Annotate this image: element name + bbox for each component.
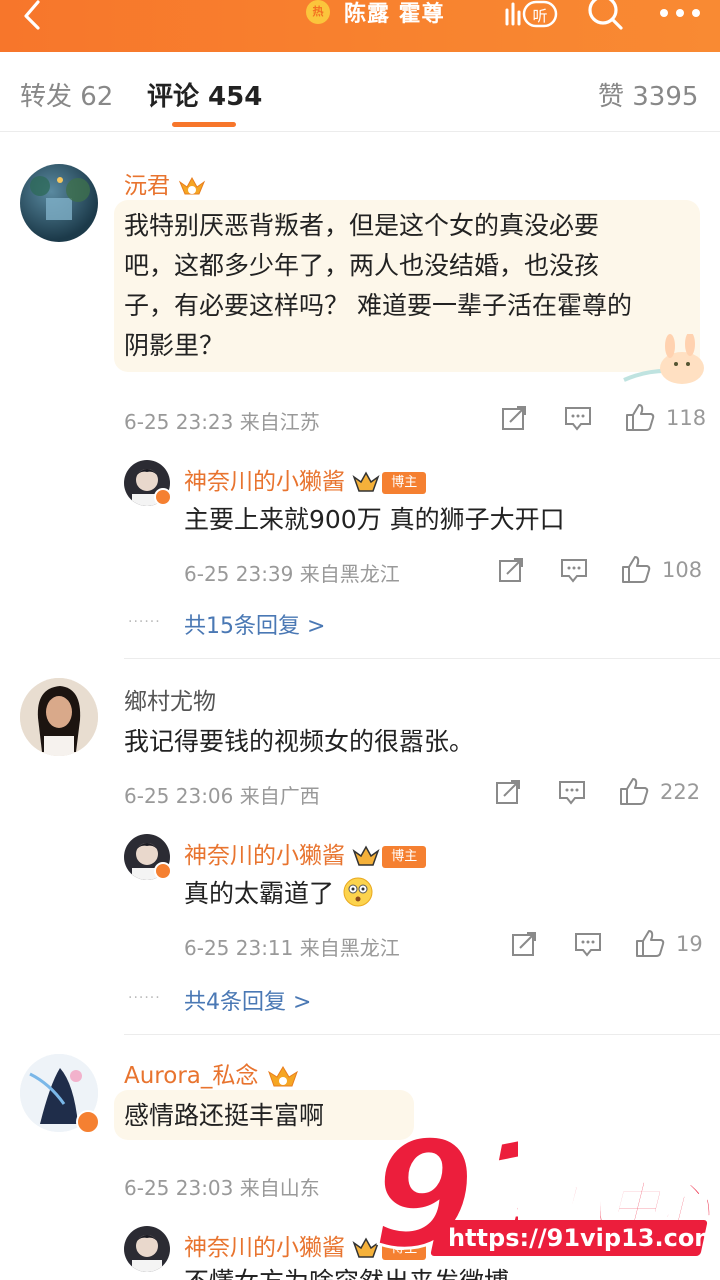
like-icon[interactable] [620,554,652,588]
svg-text:听: 听 [532,7,547,25]
tab-reposts[interactable]: 转发 62 [20,76,113,113]
like-count: 118 [666,406,707,430]
comment-text: 感情路还挺丰富啊 [124,1101,325,1130]
comment-timestamp: 6-25 23:06 来自广西 [124,784,320,808]
header-title-group: 热 陈露 霍尊 [306,0,445,27]
like-count: 108 [662,558,703,582]
top-bar: 热 陈露 霍尊 听 [0,0,720,52]
avatar[interactable] [20,678,98,756]
reply-icon[interactable] [573,930,603,962]
tab-comments[interactable]: 评论 454 [147,76,262,113]
share-icon[interactable] [497,556,525,588]
reply-avatar[interactable] [124,1226,170,1272]
comment-timestamp: 6-25 23:03 来自山东 [124,1176,320,1200]
hot-topic-icon: 热 [306,0,330,24]
reply-timestamp: 6-25 23:11 来自黑龙江 [184,936,400,960]
comment-divider [124,658,720,659]
vip-crown-icon [352,470,380,492]
comment-divider [124,1034,720,1035]
reply-icon[interactable] [563,404,593,436]
share-icon[interactable] [510,930,538,962]
comment-username[interactable]: 沅君 [124,166,207,200]
comment-tabs: 转发 62 评论 454 赞 3395 [0,52,720,132]
tab-likes[interactable]: 赞 3395 [598,76,698,113]
reply-icon[interactable] [557,778,587,810]
share-icon[interactable] [500,404,528,436]
listen-icon[interactable]: 听 [504,0,558,28]
reply-text: 真的太霸道了 [184,874,374,914]
vip-crown-icon [267,1065,298,1086]
vip-crown-icon [179,176,206,194]
reply-icon[interactable] [559,556,589,588]
more-replies-dots: ······ [128,614,161,630]
comment-username[interactable]: Aurora_私念 [124,1056,300,1090]
comment-timestamp: 6-25 23:23 来自江苏 [124,410,320,434]
reply-username[interactable]: 神奈川的小獭酱 博主 [184,462,427,496]
like-count: 222 [660,780,701,804]
blogger-badge: 博主 [382,471,427,494]
verified-badge-icon [76,1110,100,1134]
reply-timestamp: 6-25 23:39 来自黑龙江 [184,562,400,586]
bunny-sticker-icon [620,332,712,388]
comment-username[interactable]: 鄉村尤物 [124,682,216,716]
blogger-badge: 博主 [382,845,427,868]
reply-username[interactable]: 神奈川的小獭酱 博主 [184,836,427,870]
like-count: 19 [676,932,703,956]
verified-badge-icon [154,488,172,506]
avatar[interactable] [20,164,98,242]
search-icon[interactable] [585,0,625,30]
comment-text: 我特别厌恶背叛者，但是这个女的真没必要 吧，这都多少年了，两人也没结婚，也没孩 … [124,211,632,360]
more-options-icon[interactable] [658,4,702,17]
like-icon[interactable] [618,776,650,810]
reply-text: 主要上来就900万 真的狮子大开口 [184,505,565,534]
flushed-emoji-icon [343,877,373,907]
vip-crown-icon [352,844,380,866]
more-replies-dots: ······ [128,990,161,1006]
share-icon[interactable] [494,778,522,810]
verified-badge-icon [154,862,172,880]
comment-text: 我记得要钱的视频女的很嚣张。 [124,727,475,756]
watermark-url: https://91vip13.com [448,1224,720,1252]
active-tab-indicator [172,122,236,127]
back-icon[interactable] [14,0,50,30]
page-title: 陈露 霍尊 [344,2,445,27]
view-more-replies-link[interactable]: 共4条回复 > [184,984,311,1016]
like-icon[interactable] [624,402,656,436]
like-icon[interactable] [634,928,666,962]
view-more-replies-link[interactable]: 共15条回复 > [184,608,325,640]
